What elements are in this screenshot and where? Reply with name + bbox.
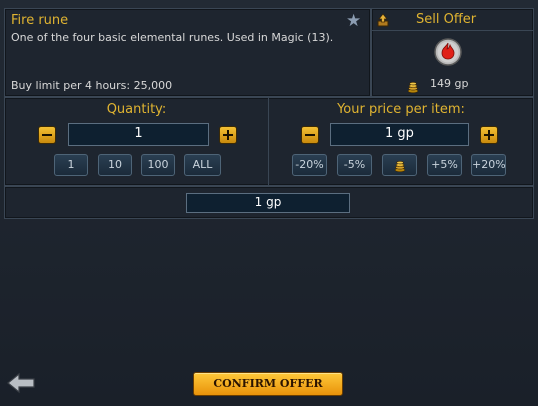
quantity-all-button[interactable]: ALL xyxy=(184,154,221,176)
confirm-offer-button[interactable]: CONFIRM OFFER xyxy=(193,372,343,396)
guide-price-value: 149 gp xyxy=(430,77,469,90)
coins-icon xyxy=(407,78,419,94)
price-plus-5-button[interactable]: +5% xyxy=(427,154,462,176)
quantity-label: Quantity: xyxy=(106,102,167,117)
total-price-panel: 1 gp xyxy=(4,186,534,219)
buy-limit-text: Buy limit per 4 hours: 25,000 xyxy=(11,79,173,92)
item-info-panel: Fire rune One of the four basic elementa… xyxy=(4,8,371,97)
item-name: Fire rune xyxy=(11,13,69,28)
guide-price-button[interactable] xyxy=(382,154,417,176)
back-arrow-icon[interactable] xyxy=(6,372,36,394)
price-increase-button[interactable] xyxy=(480,126,498,144)
quantity-preset-100-button[interactable]: 100 xyxy=(141,154,175,176)
quantity-preset-10-button[interactable]: 10 xyxy=(98,154,132,176)
favourite-star-icon[interactable]: ★ xyxy=(346,12,361,30)
confirm-offer-label: CONFIRM OFFER xyxy=(213,377,323,390)
grand-exchange-offer-window: Fire rune One of the four basic elementa… xyxy=(0,0,538,406)
offer-summary-panel: Sell Offer 149 gp xyxy=(371,8,534,97)
sell-offer-icon xyxy=(377,12,389,27)
quantity-increase-button[interactable] xyxy=(219,126,237,144)
quantity-decrease-button[interactable] xyxy=(38,126,56,144)
price-input[interactable]: 1 gp xyxy=(330,123,469,146)
offer-title: Sell Offer xyxy=(416,12,477,27)
quantity-preset-1-button[interactable]: 1 xyxy=(54,154,88,176)
item-description: One of the four basic elemental runes. U… xyxy=(11,31,334,44)
offer-header-divider xyxy=(372,30,533,31)
total-price-field: 1 gp xyxy=(186,193,350,213)
price-label: Your price per item: xyxy=(337,102,465,117)
offer-controls-panel: Quantity: 1 1 10 100 ALL Your price per … xyxy=(4,97,534,186)
fire-rune-item-icon xyxy=(433,37,463,67)
price-minus-20-button[interactable]: -20% xyxy=(292,154,327,176)
price-plus-20-button[interactable]: +20% xyxy=(471,154,506,176)
price-decrease-button[interactable] xyxy=(301,126,319,144)
coins-icon xyxy=(394,159,406,179)
price-minus-5-button[interactable]: -5% xyxy=(337,154,372,176)
quantity-input[interactable]: 1 xyxy=(68,123,209,146)
